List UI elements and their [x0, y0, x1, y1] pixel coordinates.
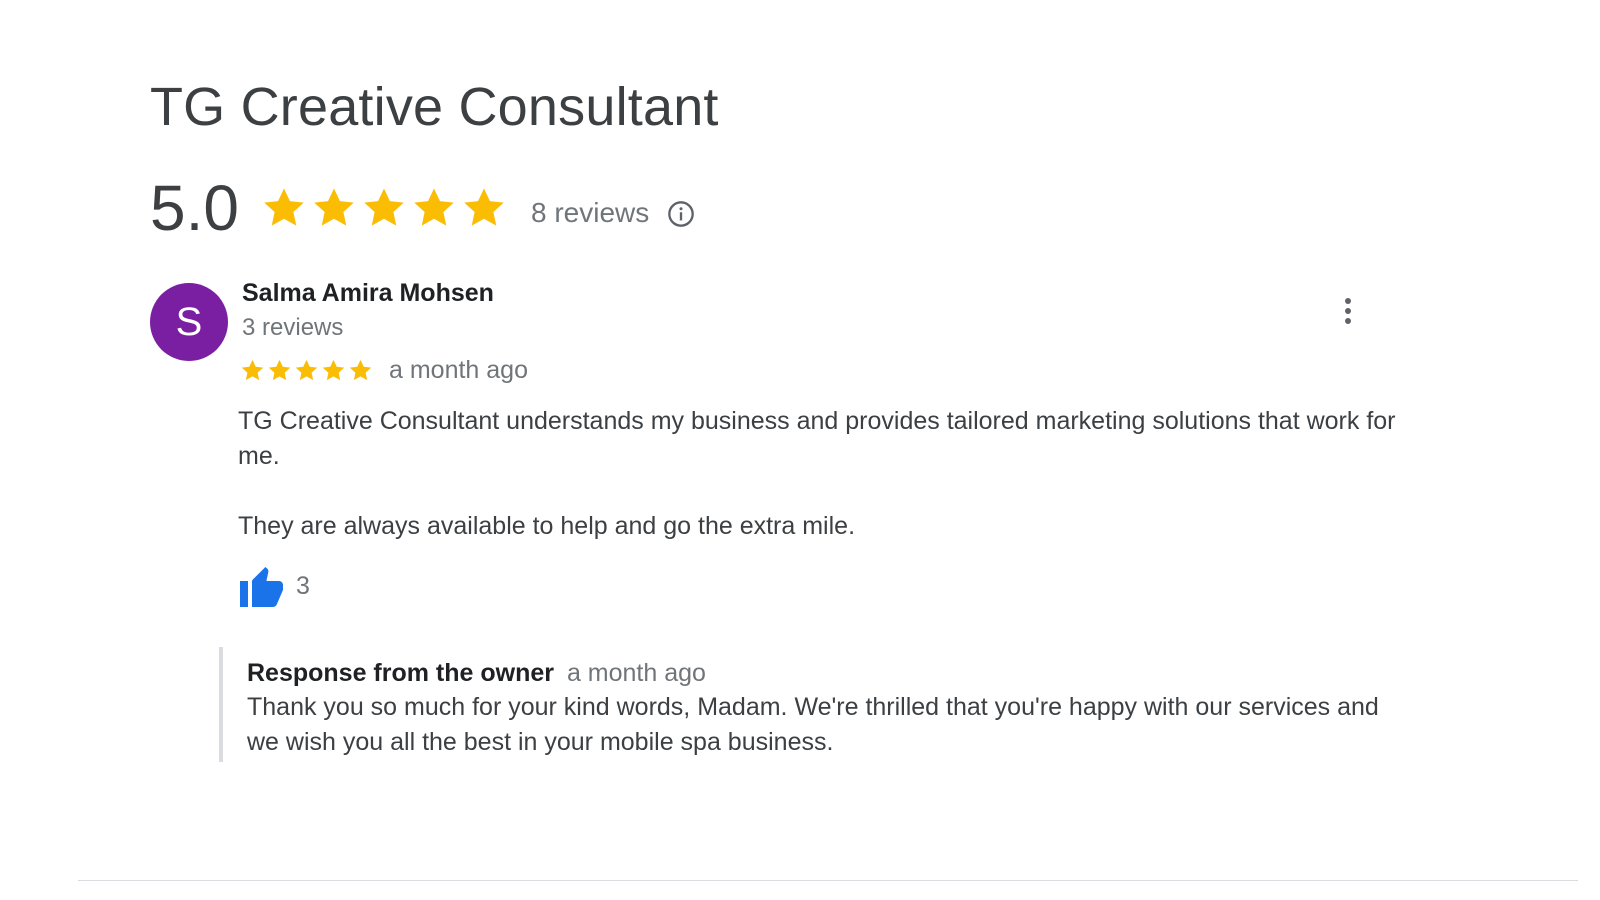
- more-vert-icon-dot: [1345, 308, 1351, 314]
- star-icon: [461, 185, 507, 231]
- star-icon: [294, 358, 319, 383]
- thumb-up-icon[interactable]: [238, 563, 286, 609]
- divider: [78, 880, 1578, 881]
- reviewer-name[interactable]: Salma Amira Mohsen: [242, 279, 494, 308]
- star-icon: [361, 185, 407, 231]
- average-rating-stars: [261, 185, 507, 231]
- review-time: a month ago: [389, 356, 528, 384]
- review-text: TG Creative Consultant understands my bu…: [238, 404, 1438, 544]
- rating-summary: 5.0 8 reviews: [150, 168, 695, 248]
- avatar[interactable]: S: [150, 283, 228, 361]
- star-icon: [240, 358, 265, 383]
- owner-response-label: Response from the owner: [247, 659, 554, 687]
- review-paragraph: TG Creative Consultant understands my bu…: [238, 407, 1396, 470]
- star-icon: [321, 358, 346, 383]
- owner-response: Response from the owner a month ago Than…: [219, 647, 1437, 762]
- average-rating: 5.0: [150, 172, 239, 244]
- review-paragraph: They are always available to help and go…: [238, 512, 856, 540]
- reviewer-review-count: 3 reviews: [242, 314, 344, 341]
- review-meta: a month ago: [240, 356, 528, 385]
- review-rating-stars: [240, 358, 373, 383]
- more-vert-icon-dot: [1345, 318, 1351, 324]
- more-vert-icon-dot: [1345, 298, 1351, 304]
- star-icon: [348, 358, 373, 383]
- star-icon: [261, 185, 307, 231]
- total-review-count[interactable]: 8 reviews: [531, 197, 649, 229]
- reviews-page: TG Creative Consultant 5.0 8 reviews S S…: [0, 0, 1600, 900]
- like-count: 3: [296, 571, 310, 600]
- like-row: 3: [238, 563, 310, 609]
- star-icon: [267, 358, 292, 383]
- info-icon[interactable]: [667, 200, 695, 228]
- owner-response-time: a month ago: [566, 659, 706, 687]
- owner-response-header: Response from the owner a month ago: [247, 656, 1437, 690]
- star-icon: [411, 185, 457, 231]
- more-options-button[interactable]: [1336, 293, 1360, 329]
- star-icon: [311, 185, 357, 231]
- business-title: TG Creative Consultant: [150, 77, 719, 137]
- owner-response-text: Thank you so much for your kind words, M…: [247, 693, 1379, 756]
